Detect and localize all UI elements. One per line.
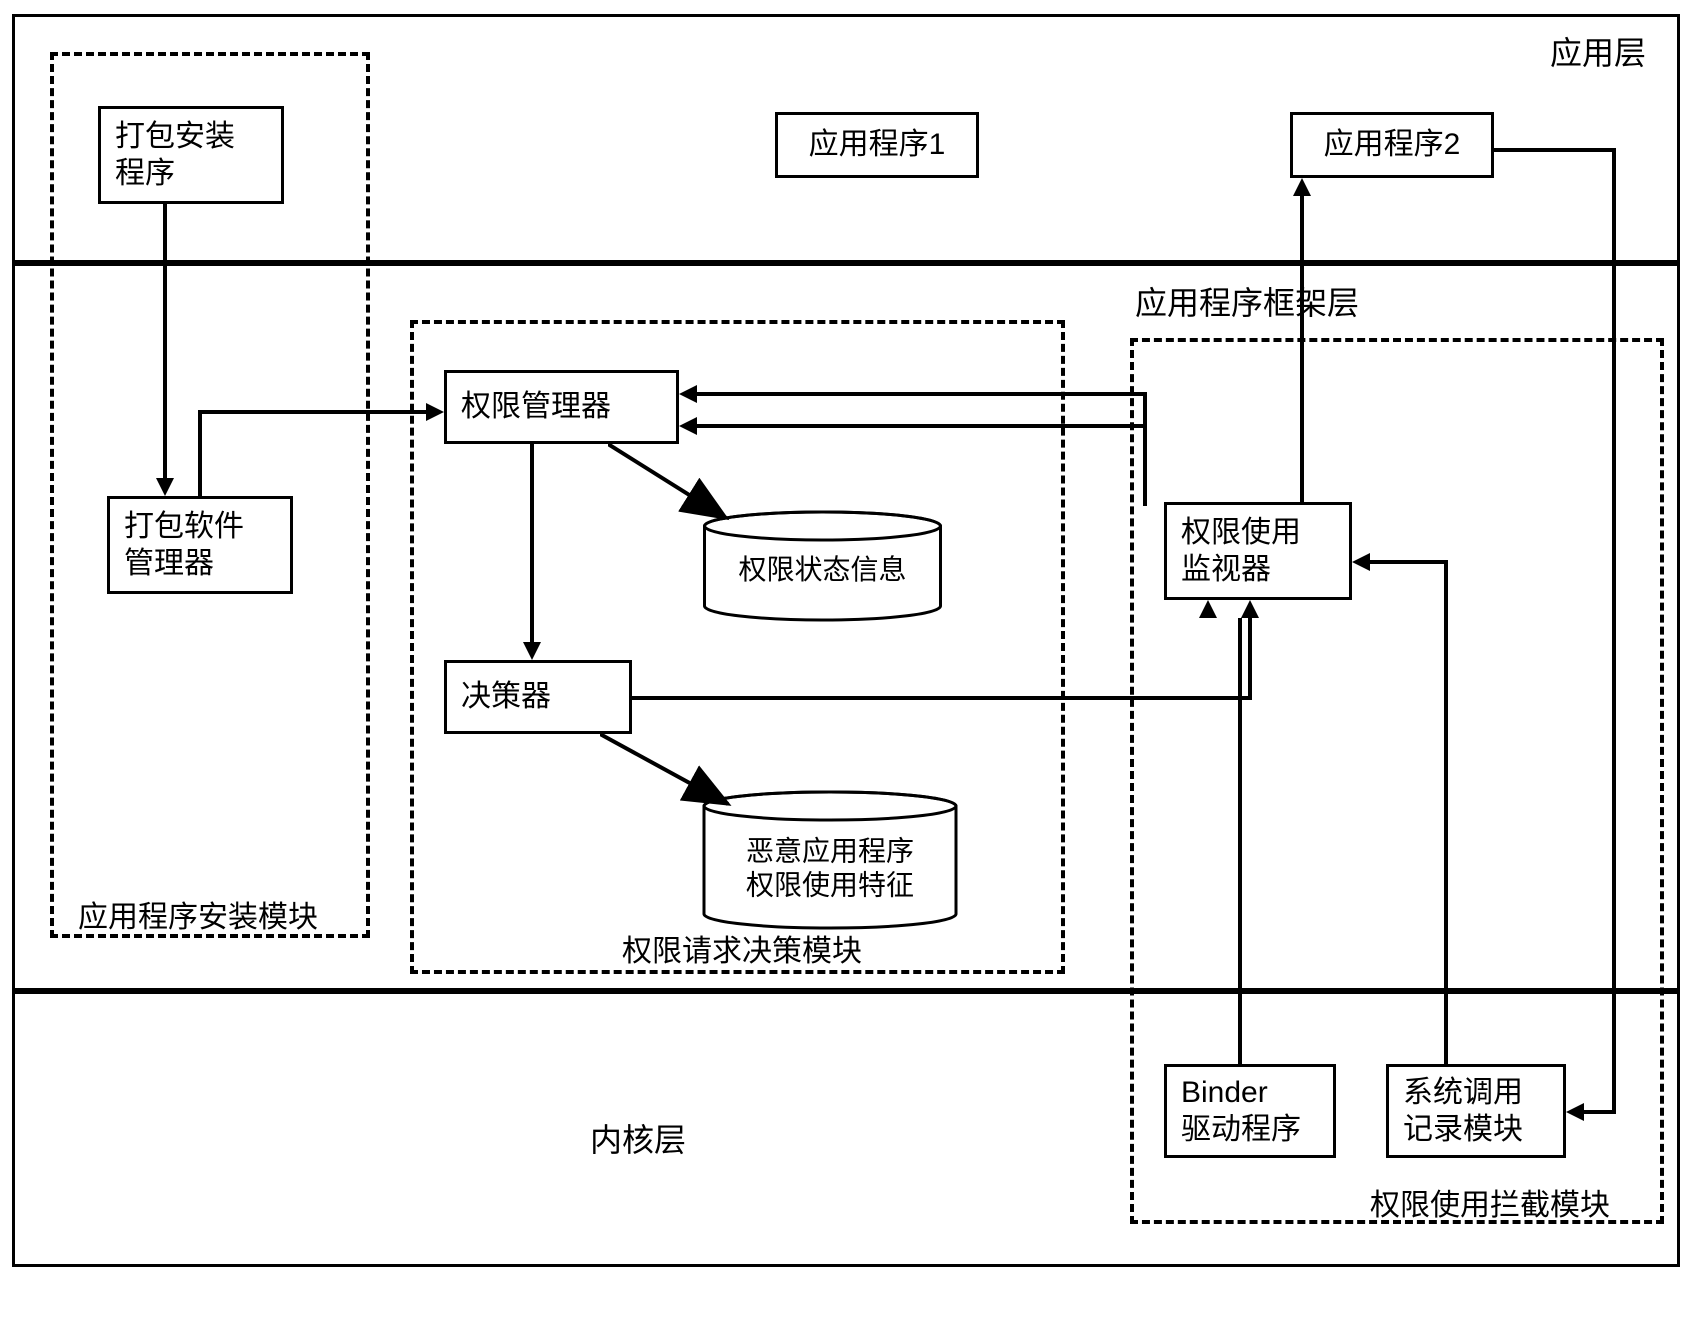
decision-module-label: 权限请求决策模块: [622, 926, 862, 970]
arrow-syscall-monitor-h: [1370, 560, 1448, 564]
arrow-decider-monitor-h2: [632, 696, 1252, 700]
malicious-features-db-label: 恶意应用程序 权限使用特征: [700, 834, 960, 901]
arrow-installer-to-manager: [163, 204, 167, 478]
syscall-recorder-box: 系统调用 记录模块: [1386, 1064, 1566, 1158]
arrow-monitor-permmgr-2: [697, 424, 1147, 428]
framework-layer-label: 应用程序框架层: [1135, 278, 1359, 324]
app2-box: 应用程序2: [1290, 112, 1494, 178]
arrow-monitor-permmgr-2-head: [679, 417, 697, 435]
arrow-monitor-permmgr-1: [697, 392, 1147, 396]
application-layer-label: 应用层: [1550, 28, 1646, 74]
arrow-installer-to-manager-head: [156, 478, 174, 496]
package-installer-box: 打包安装 程序: [98, 106, 284, 204]
arrow-syscall-monitor-v: [1444, 560, 1448, 1066]
arrow-app2-syscall-v1: [1612, 148, 1616, 1114]
arrow-pkgmgr-perm-h: [198, 410, 426, 414]
arrow-app2-syscall-h1: [1494, 148, 1616, 152]
arrow-permmgr-decider: [530, 444, 534, 642]
arrow-app2-syscall-head: [1566, 1103, 1584, 1121]
perm-manager-box: 权限管理器: [444, 370, 679, 444]
binder-driver-box: Binder 驱动程序: [1164, 1064, 1336, 1158]
perm-monitor-box: 权限使用 监视器: [1164, 502, 1352, 600]
decider-box: 决策器: [444, 660, 632, 734]
arrow-binder-monitor: [1238, 618, 1242, 1066]
arrow-permmgr-decider-head: [523, 642, 541, 660]
arrow-binder-monitor-head2: [1199, 600, 1217, 618]
arrow-monitor-app2-head: [1293, 178, 1311, 196]
kernel-layer-label: 内核层: [590, 1115, 686, 1161]
package-manager-box: 打包软件 管理器: [107, 496, 293, 594]
arrow-monitor-app2: [1300, 196, 1304, 504]
arrow-permmgr-db: [608, 444, 748, 534]
app1-box: 应用程序1: [775, 112, 979, 178]
arrow-pkgmgr-perm-v: [198, 410, 202, 498]
arrow-pkgmgr-perm-head: [426, 403, 444, 421]
perm-status-db-label: 权限状态信息: [700, 553, 945, 587]
arrow-decider-db: [600, 734, 750, 820]
arrow-app2-syscall-h2: [1584, 1110, 1616, 1114]
arrow-decider-monitor-v2: [1248, 618, 1252, 700]
install-module-label: 应用程序安装模块: [78, 892, 318, 936]
arrow-syscall-monitor-head: [1352, 553, 1370, 571]
arrow-decider-monitor-head4: [1241, 600, 1259, 618]
intercept-module-label: 权限使用拦截模块: [1370, 1180, 1610, 1224]
arrow-monitor-permmgr-1-head: [679, 385, 697, 403]
arrow-monitor-up-v2: [1143, 424, 1147, 506]
